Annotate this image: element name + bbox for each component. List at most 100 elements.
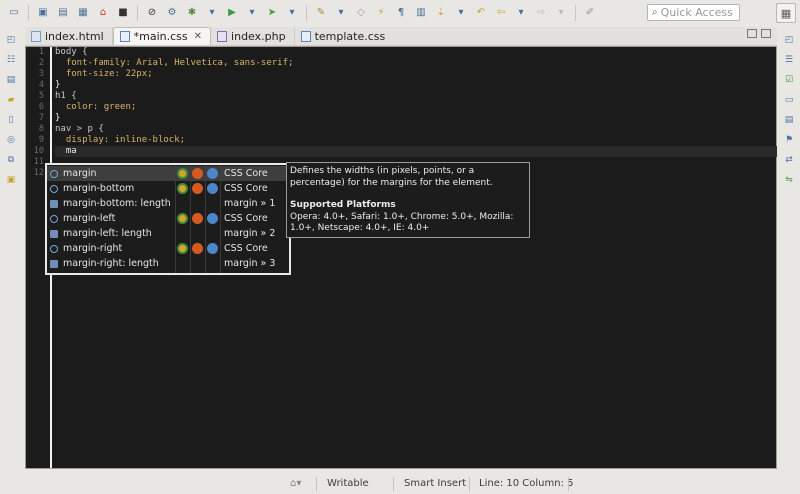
- tab-main-css[interactable]: *main.css ✕: [112, 27, 212, 45]
- annotation-icon[interactable]: ⇣: [434, 6, 448, 20]
- line-number: 11: [33, 157, 44, 167]
- search-dropdown-icon[interactable]: ▾: [334, 6, 348, 20]
- hierarchy-icon[interactable]: ⧉: [4, 153, 18, 167]
- back-dropdown-icon[interactable]: ▾: [514, 6, 528, 20]
- block-selection-icon[interactable]: ▥: [414, 6, 428, 20]
- completion-item[interactable]: margin-bottom CSS Core: [47, 181, 289, 196]
- pin-editor-icon[interactable]: ✐: [583, 6, 597, 20]
- debug-icon[interactable]: ✱: [185, 6, 199, 20]
- external-tools-icon[interactable]: ⚙: [165, 6, 179, 20]
- line-number: 12: [33, 168, 44, 178]
- save-all-icon[interactable]: ▤: [56, 6, 70, 20]
- completion-item[interactable]: margin-right: length margin » 3: [47, 256, 289, 271]
- doc-heading: Supported Platforms: [290, 200, 396, 210]
- chrome-icon: [177, 213, 188, 224]
- tab-template-css[interactable]: template.css: [295, 27, 394, 45]
- status-cursor-position: Line: 10 Column: 5: [479, 478, 574, 489]
- print-icon[interactable]: ▦: [76, 6, 90, 20]
- completion-label: margin-left: length: [63, 228, 152, 239]
- status-writable: Writable: [327, 478, 369, 489]
- quick-access-placeholder: Quick Access: [660, 6, 733, 19]
- restore-icon[interactable]: ◰: [4, 33, 18, 47]
- quick-access-field[interactable]: ⌕ Quick Access: [647, 4, 740, 21]
- css-file-icon: [300, 30, 311, 42]
- debug-dropdown-icon[interactable]: ▾: [205, 6, 219, 20]
- tasks-icon[interactable]: ☑: [782, 73, 796, 87]
- firefox-icon: [192, 168, 203, 179]
- property-icon: [50, 184, 58, 193]
- code-line: font-family: Arial, Helvetica, sans-seri…: [55, 58, 294, 68]
- property-icon: [50, 214, 58, 223]
- folder-icon[interactable]: ▰: [4, 93, 18, 107]
- ie-icon: [207, 183, 218, 194]
- line-number: 2: [38, 58, 44, 68]
- completion-item[interactable]: margin CSS Core: [47, 166, 289, 181]
- tab-label: index.html: [45, 29, 104, 43]
- firefox-icon: [192, 243, 203, 254]
- home-icon[interactable]: ⌂: [96, 6, 110, 20]
- back-icon[interactable]: ⇦: [494, 6, 508, 20]
- status-divider: [469, 477, 470, 491]
- run-external-icon[interactable]: ➤: [265, 6, 279, 20]
- new-icon[interactable]: ▭: [7, 6, 21, 20]
- navigator-icon[interactable]: ▤: [4, 73, 18, 87]
- completion-item[interactable]: margin-left CSS Core: [47, 211, 289, 226]
- firefox-icon: [192, 183, 203, 194]
- toggle-highlight-icon[interactable]: ⚡: [374, 6, 388, 20]
- documentation-popup: Defines the widths (in pixels, points, o…: [286, 162, 530, 238]
- outline-icon[interactable]: ▯: [4, 113, 18, 127]
- line-number: 1: [38, 47, 44, 57]
- terminal-icon[interactable]: ■: [116, 6, 130, 20]
- chrome-icon: [177, 168, 188, 179]
- console-icon[interactable]: ▭: [782, 93, 796, 107]
- completion-item[interactable]: margin-bottom: length margin » 1: [47, 196, 289, 211]
- completion-source: margin » 3: [224, 258, 276, 269]
- annotation-dropdown-icon[interactable]: ▾: [454, 6, 468, 20]
- forward-icon[interactable]: ⇨: [534, 6, 548, 20]
- code-line: }: [55, 80, 61, 90]
- line-number: 5: [38, 91, 44, 101]
- show-whitespace-icon[interactable]: ¶: [394, 6, 408, 20]
- line-number: 8: [38, 124, 44, 134]
- toolbar-separator: [137, 5, 138, 21]
- search-view-icon[interactable]: ⚑: [782, 133, 796, 147]
- perspective-button[interactable]: ▦: [776, 3, 796, 23]
- line-number: 6: [38, 102, 44, 112]
- snippets-icon[interactable]: ⇋: [782, 173, 796, 187]
- browser-icon[interactable]: ◎: [4, 133, 18, 147]
- forward-dropdown-icon[interactable]: ▾: [554, 6, 568, 20]
- tab-index-html[interactable]: index.html: [25, 27, 113, 45]
- firefox-icon: [192, 213, 203, 224]
- close-icon[interactable]: ✕: [194, 31, 202, 42]
- last-edit-icon[interactable]: ↶: [474, 6, 488, 20]
- outline-view-icon[interactable]: ☰: [782, 53, 796, 67]
- status-icon: ⌂▾: [290, 478, 302, 489]
- completion-label: margin-right: [63, 243, 123, 254]
- minimize-icon[interactable]: [747, 29, 757, 38]
- line-number: 10: [33, 146, 44, 156]
- completion-item[interactable]: margin-right CSS Core: [47, 241, 289, 256]
- template-icon: [50, 259, 58, 268]
- run-external-dropdown-icon[interactable]: ▾: [285, 6, 299, 20]
- problems-icon[interactable]: ▤: [782, 113, 796, 127]
- tab-label: index.php: [231, 29, 286, 43]
- editor-window-controls: [747, 29, 771, 38]
- code-line: body {: [55, 47, 88, 57]
- project-explorer-icon[interactable]: ☷: [4, 53, 18, 67]
- doc-description: Defines the widths (in pixels, points, o…: [290, 166, 493, 188]
- restore-icon[interactable]: ◰: [782, 33, 796, 47]
- editor-tab-bar: index.html *main.css ✕ index.php templat…: [25, 27, 777, 46]
- save-icon[interactable]: ▣: [36, 6, 50, 20]
- maximize-icon[interactable]: [761, 29, 771, 38]
- package-icon[interactable]: ▣: [4, 173, 18, 187]
- run-icon[interactable]: ▶: [225, 6, 239, 20]
- servers-icon[interactable]: ⇄: [782, 153, 796, 167]
- tab-index-php[interactable]: index.php: [211, 27, 295, 45]
- search-tools-icon[interactable]: ✎: [314, 6, 328, 20]
- run-dropdown-icon[interactable]: ▾: [245, 6, 259, 20]
- status-divider: [568, 477, 569, 491]
- skip-breakpoints-icon[interactable]: ⊘: [145, 6, 159, 20]
- toggle-mark-icon[interactable]: ◇: [354, 6, 368, 20]
- content-assist-popup[interactable]: margin CSS Core margin-bottom CSS Core m…: [45, 163, 291, 275]
- completion-item[interactable]: margin-left: length margin » 2: [47, 226, 289, 241]
